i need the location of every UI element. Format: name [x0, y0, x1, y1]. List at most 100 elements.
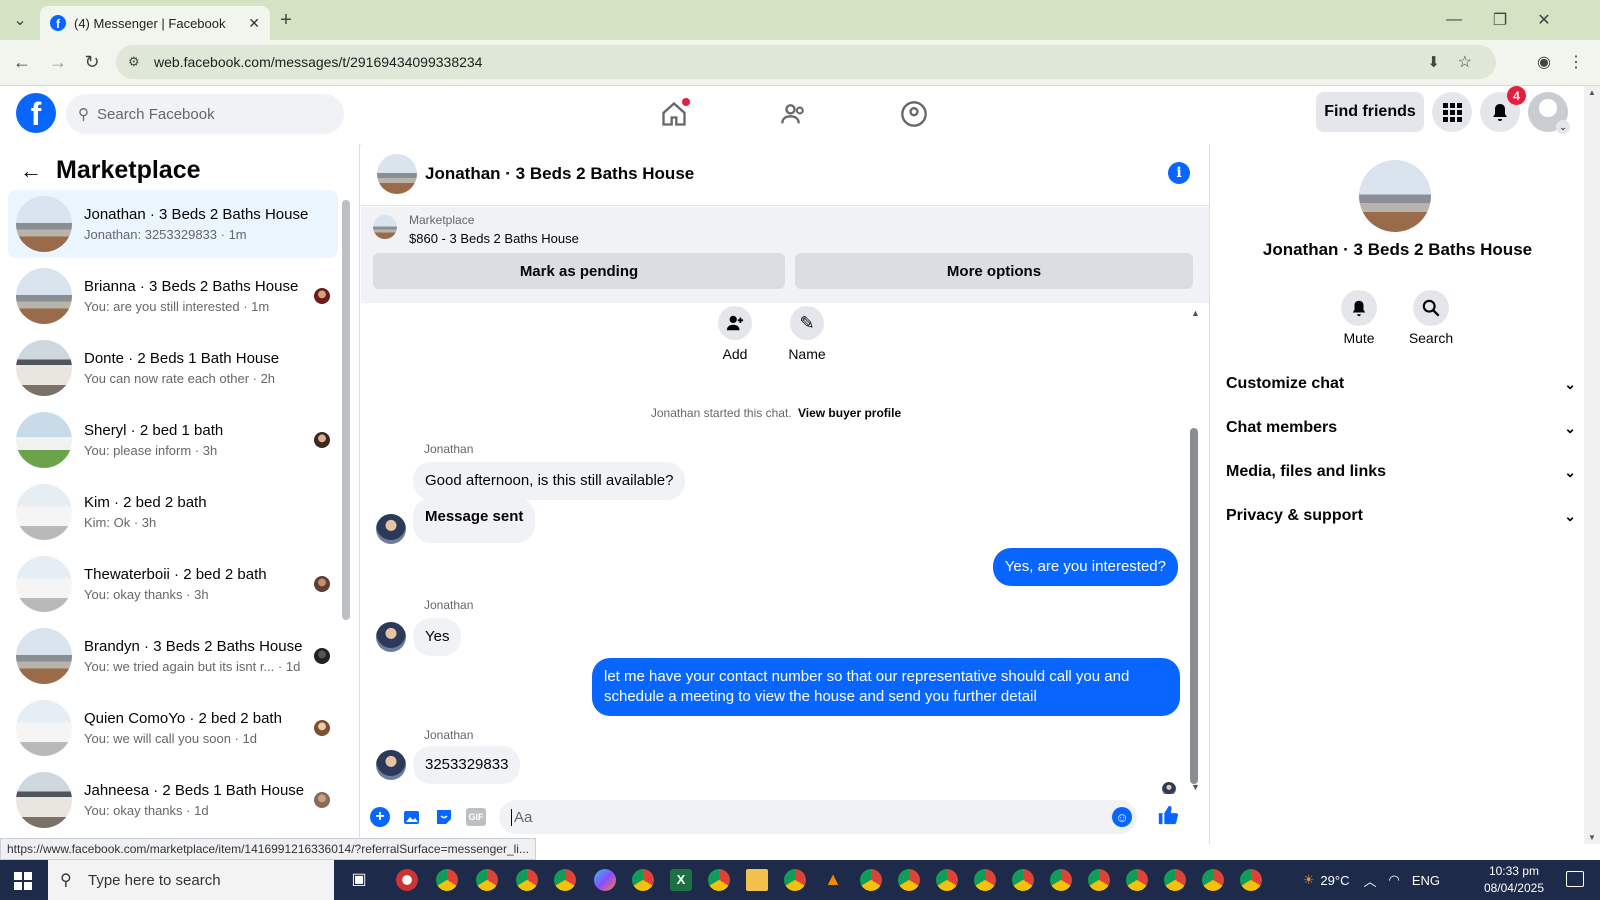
privacy-support-row[interactable]: Privacy & support ⌄: [1226, 496, 1576, 536]
message-input[interactable]: Aa: [499, 800, 1137, 834]
bookmark-star-icon[interactable]: ☆: [1458, 52, 1472, 72]
chat-scrollbar[interactable]: [1190, 428, 1198, 784]
chrome-icon[interactable]: [1164, 869, 1186, 891]
more-actions-plus-icon[interactable]: +: [369, 806, 391, 828]
copilot-icon[interactable]: [594, 869, 616, 891]
chrome-icon[interactable]: [784, 869, 806, 891]
windows-start-icon[interactable]: [14, 872, 32, 890]
message-bubble-outgoing[interactable]: let me have your contact number so that …: [592, 658, 1180, 716]
search-in-chat-button[interactable]: [1413, 290, 1449, 326]
chat-listing-avatar[interactable]: [377, 154, 417, 194]
facebook-logo-icon[interactable]: f: [16, 93, 56, 133]
back-icon[interactable]: ←: [8, 48, 36, 76]
address-bar[interactable]: ⚙ web.facebook.com/messages/t/2916943409…: [116, 45, 1496, 79]
site-info-icon[interactable]: ⚙: [128, 54, 140, 70]
vlc-icon[interactable]: ▲: [822, 869, 844, 891]
more-options-button[interactable]: More options: [795, 253, 1193, 289]
media-files-links-row[interactable]: Media, files and links ⌄: [1226, 452, 1576, 492]
friends-nav-icon[interactable]: [776, 96, 812, 132]
page-scrollbar[interactable]: ▲ ▼: [1584, 86, 1600, 844]
page-scroll-up-icon[interactable]: ▲: [1588, 88, 1596, 97]
conversation-item[interactable]: Brianna · 3 Beds 2 Baths House You: are y…: [8, 262, 338, 330]
language-indicator[interactable]: ENG: [1412, 873, 1440, 888]
browser-menu-icon[interactable]: ⋮: [1562, 48, 1590, 76]
taskbar-search-box[interactable]: ⚲ Type here to search: [48, 860, 334, 900]
chat-members-row[interactable]: Chat members ⌄: [1226, 408, 1576, 448]
chrome-icon[interactable]: [974, 869, 996, 891]
listing-price[interactable]: $860 - 3 Beds 2 Baths House: [409, 231, 579, 246]
chrome-icon[interactable]: [1012, 869, 1034, 891]
reload-icon[interactable]: ↻: [78, 48, 106, 76]
chrome-icon[interactable]: [1202, 869, 1224, 891]
listing-banner-thumbnail[interactable]: [373, 215, 397, 239]
chrome-icon[interactable]: [516, 869, 538, 891]
chrome-icon[interactable]: [860, 869, 882, 891]
profile-icon[interactable]: ◉: [1530, 48, 1558, 76]
chrome-icon[interactable]: [436, 869, 458, 891]
conversation-item[interactable]: Brandyn · 3 Beds 2 Baths House You: we tr…: [8, 622, 338, 690]
view-buyer-profile-link[interactable]: View buyer profile: [798, 406, 901, 420]
sidebar-scrollbar[interactable]: [342, 200, 350, 620]
chrome-icon[interactable]: [936, 869, 958, 891]
temperature[interactable]: 29°C: [1320, 873, 1349, 888]
thumbs-up-icon[interactable]: [1157, 804, 1179, 826]
mark-as-pending-button[interactable]: Mark as pending: [373, 253, 785, 289]
groups-nav-icon[interactable]: [896, 96, 932, 132]
message-bubble-incoming[interactable]: 3253329833: [413, 746, 521, 784]
minimize-icon[interactable]: —: [1440, 6, 1468, 34]
tab-search-icon[interactable]: ⌄: [6, 6, 34, 34]
notifications-bell-icon[interactable]: 4: [1480, 86, 1526, 132]
menu-grid-icon[interactable]: [1432, 92, 1472, 132]
chrome-icon[interactable]: [554, 869, 576, 891]
chat-info-avatar[interactable]: [1359, 160, 1431, 232]
weather-icon[interactable]: ☀: [1303, 872, 1315, 888]
attach-photo-icon[interactable]: [401, 806, 423, 828]
install-app-icon[interactable]: ⬇: [1427, 53, 1440, 71]
back-arrow-icon[interactable]: ←: [20, 158, 42, 184]
mute-button[interactable]: [1341, 290, 1377, 326]
gif-icon[interactable]: GIF: [465, 806, 487, 828]
page-scroll-down-icon[interactable]: ▼: [1588, 833, 1596, 842]
message-bubble-outgoing[interactable]: Yes, are you interested?: [992, 548, 1178, 586]
message-bubble-incoming[interactable]: Message sent: [413, 498, 536, 543]
app-icon[interactable]: [396, 869, 418, 891]
sender-avatar[interactable]: [376, 514, 406, 544]
customize-chat-row[interactable]: Customize chat ⌄: [1226, 364, 1576, 404]
chrome-icon[interactable]: [476, 869, 498, 891]
account-avatar[interactable]: ⌄: [1528, 92, 1570, 134]
notification-center-icon[interactable]: [1566, 871, 1584, 887]
home-nav-icon[interactable]: [656, 96, 692, 132]
conversation-item[interactable]: Donte · 2 Beds 1 Bath House You can now r…: [8, 334, 338, 402]
chrome-icon[interactable]: [1240, 869, 1262, 891]
message-bubble-incoming[interactable]: Yes: [413, 618, 462, 656]
sticker-icon[interactable]: [433, 806, 455, 828]
chrome-icon[interactable]: [1126, 869, 1148, 891]
chrome-icon[interactable]: [898, 869, 920, 891]
chat-title[interactable]: Jonathan · 3 Beds 2 Baths House: [425, 164, 694, 184]
task-view-icon[interactable]: ▣: [348, 869, 370, 891]
taskbar-clock[interactable]: 10:33 pm 08/04/2025: [1484, 863, 1544, 897]
scroll-up-arrow-icon[interactable]: ▲: [1191, 308, 1200, 318]
message-bubble-incoming[interactable]: Good afternoon, is this still available?: [413, 462, 686, 500]
info-icon[interactable]: i: [1168, 162, 1190, 184]
file-explorer-icon[interactable]: [746, 869, 768, 891]
excel-icon[interactable]: X: [670, 869, 692, 891]
sender-avatar[interactable]: [376, 750, 406, 780]
forward-icon[interactable]: →: [44, 48, 72, 76]
find-friends-button[interactable]: Find friends: [1316, 92, 1424, 132]
chrome-icon[interactable]: [632, 869, 654, 891]
conversation-item[interactable]: Sheryl · 2 bed 1 bath You: please inform …: [8, 406, 338, 474]
wifi-icon[interactable]: ◠: [1388, 872, 1399, 888]
sender-avatar[interactable]: [376, 622, 406, 652]
new-tab-icon[interactable]: +: [272, 6, 300, 34]
conversation-item[interactable]: Jonathan · 3 Beds 2 Baths House Jonathan:…: [8, 190, 338, 258]
chrome-icon[interactable]: [708, 869, 730, 891]
conversation-item[interactable]: Kim · 2 bed 2 bath Kim: Ok · 3h: [8, 478, 338, 546]
emoji-icon[interactable]: ☺: [1111, 806, 1133, 828]
restore-icon[interactable]: ❐: [1486, 6, 1514, 34]
chrome-icon[interactable]: [1088, 869, 1110, 891]
add-person-button[interactable]: [718, 306, 752, 340]
conversation-item[interactable]: Jahneesa · 2 Beds 1 Bath House You: okay …: [8, 766, 338, 834]
close-window-icon[interactable]: ✕: [1530, 6, 1558, 34]
tray-expand-icon[interactable]: ︿: [1363, 871, 1376, 890]
